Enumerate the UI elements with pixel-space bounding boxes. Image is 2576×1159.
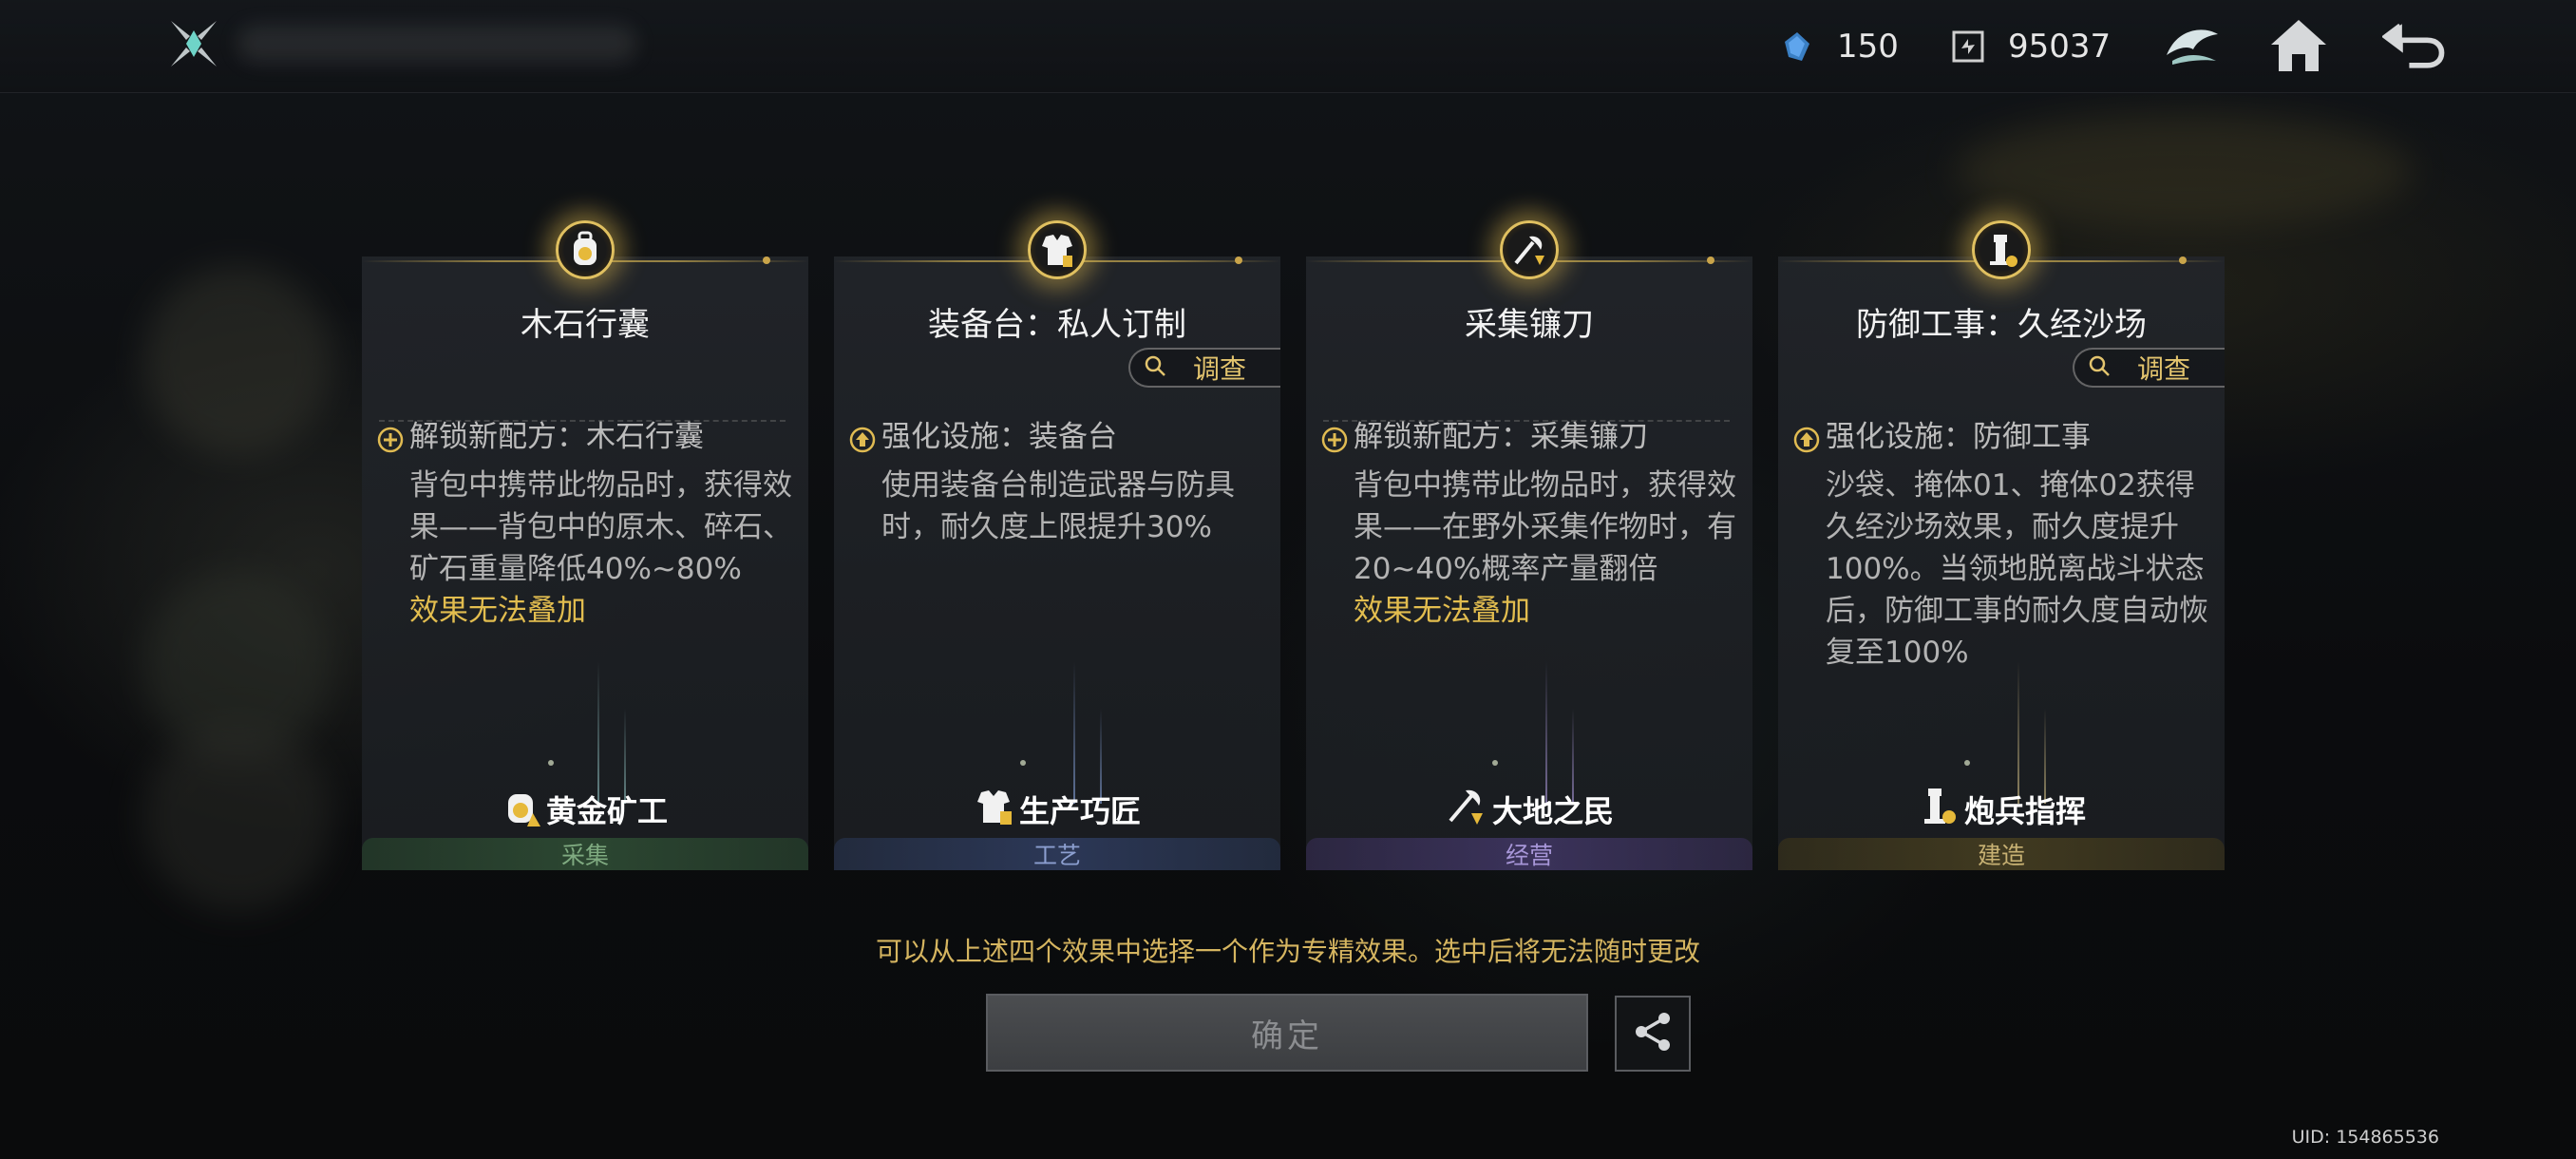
specialty-card-1[interactable]: 木石行囊 解锁新配方：木石行囊 背包中携带此物品时，获得效果——背包中的原木、碎… — [362, 220, 808, 870]
back-arrow-icon[interactable] — [2382, 13, 2451, 78]
armor-icon — [1028, 220, 1087, 279]
home-icon[interactable] — [2264, 13, 2333, 78]
role-name: 大地之民 — [1491, 793, 1614, 829]
sickle-icon — [1500, 220, 1559, 279]
blurred-title — [237, 25, 636, 63]
role-badge: 大地之民 — [1306, 788, 1752, 830]
share-button[interactable] — [1615, 996, 1691, 1072]
card-top-dot — [2179, 256, 2187, 264]
light-beam — [1073, 661, 1075, 804]
effect-head: 强化设施：装备台 — [881, 420, 1117, 454]
effect-warning: 效果无法叠加 — [1354, 594, 1530, 628]
inspect-button[interactable]: 调查 — [2073, 348, 2225, 388]
card-top-dot — [1707, 256, 1714, 264]
watchtower-icon — [1972, 220, 2031, 279]
upgrade-circle-icon — [1793, 416, 1826, 465]
inspect-label: 调查 — [1193, 353, 1247, 385]
card-title: 采集镰刀 — [1465, 306, 1594, 344]
effect-block: 强化设施：防御工事 沙袋、掩体01、掩体02获得久经沙场效果，耐久度提升100%… — [1793, 416, 2211, 674]
selection-hint: 可以从上述四个效果中选择一个作为专精效果。选中后将无法随时更改 — [875, 936, 1700, 967]
card-title: 木石行囊 — [521, 306, 650, 344]
light-beam — [1545, 661, 1547, 804]
blurred-bg-shape — [142, 722, 332, 912]
specialty-card-4[interactable]: 防御工事：久经沙场 调查 强化设施：防御工事 沙袋、掩体01、掩体02获得久经沙… — [1778, 220, 2225, 870]
sparkle — [1020, 760, 1026, 766]
effect-block: 解锁新配方：采集镰刀 背包中携带此物品时，获得效果——在野外采集作物时，有20~… — [1321, 416, 1739, 632]
inspect-label: 调查 — [2137, 353, 2191, 385]
category-label: 建造 — [1778, 838, 2225, 870]
effect-block: 解锁新配方：木石行囊 背包中携带此物品时，获得效果——背包中的原木、碎石、矿石重… — [377, 416, 795, 632]
card-top-dot — [1235, 256, 1242, 264]
effect-head: 解锁新配方：采集镰刀 — [1354, 420, 1648, 454]
card-title: 装备台：私人订制 — [928, 306, 1186, 344]
search-icon — [2088, 352, 2111, 384]
category-label: 采集 — [362, 838, 808, 870]
role-badge: 黄金矿工 — [362, 788, 808, 830]
plus-circle-icon — [377, 416, 409, 465]
sparkle — [1492, 760, 1498, 766]
role-badge: 炮兵指挥 — [1778, 788, 2225, 830]
blurred-bg-shape — [142, 266, 332, 456]
effect-description: 背包中携带此物品时，获得效果——在野外采集作物时，有20~40%概率产量翻倍 — [1354, 468, 1736, 586]
sparkle — [1964, 760, 1970, 766]
upgrade-circle-icon — [849, 416, 881, 465]
effect-description: 背包中携带此物品时，获得效果——背包中的原木、碎石、矿石重量降低40%~80% — [409, 468, 792, 586]
category-label: 经营 — [1306, 838, 1752, 870]
effect-head: 解锁新配方：木石行囊 — [409, 420, 704, 454]
role-badge: 生产巧匠 — [834, 788, 1280, 830]
role-name: 炮兵指挥 — [1963, 793, 2086, 829]
faction-emblem-icon[interactable] — [2158, 13, 2226, 78]
user-id: UID: 154865536 — [2291, 1127, 2439, 1148]
light-beam — [2017, 661, 2019, 804]
effect-block: 强化设施：装备台 使用装备台制造武器与防具时，耐久度上限提升30% — [849, 416, 1267, 548]
effect-warning: 效果无法叠加 — [409, 594, 586, 628]
top-bar: 150 95037 — [0, 0, 2576, 93]
light-beam — [597, 661, 599, 804]
game-logo-icon[interactable] — [167, 17, 220, 70]
blurred-bg-shape — [1957, 114, 2413, 228]
effect-description: 沙袋、掩体01、掩体02获得久经沙场效果，耐久度提升100%。当领地脱离战斗状态… — [1826, 468, 2208, 670]
crystal-icon — [1778, 28, 1816, 66]
artillery-icon — [1917, 785, 1959, 834]
confirm-button[interactable]: 确定 — [986, 994, 1588, 1072]
backpack-icon — [556, 220, 615, 279]
miner-icon — [502, 785, 540, 834]
exchange-coin-icon — [1949, 28, 1987, 66]
crystal-resource: 150 — [1778, 25, 1899, 68]
search-icon — [1144, 352, 1166, 384]
craftsman-icon — [974, 785, 1013, 834]
crystal-value: 150 — [1837, 28, 1899, 66]
farmer-icon — [1445, 785, 1487, 834]
role-name: 黄金矿工 — [545, 793, 668, 829]
role-name: 生产巧匠 — [1018, 793, 1141, 829]
card-title: 防御工事：久经沙场 — [1856, 306, 2147, 344]
specialty-card-2[interactable]: 装备台：私人订制 调查 强化设施：装备台 使用装备台制造武器与防具时，耐久度上限… — [834, 220, 1280, 870]
coin-value: 95037 — [2008, 28, 2112, 66]
card-top-dot — [763, 256, 770, 264]
plus-circle-icon — [1321, 416, 1354, 465]
coin-resource: 95037 — [1949, 25, 2111, 68]
sparkle — [548, 760, 554, 766]
effect-description: 使用装备台制造武器与防具时，耐久度上限提升30% — [881, 468, 1235, 544]
effect-head: 强化设施：防御工事 — [1826, 420, 2091, 454]
inspect-button[interactable]: 调查 — [1128, 348, 1280, 388]
share-icon — [1630, 1009, 1676, 1058]
category-label: 工艺 — [834, 838, 1280, 870]
specialty-card-3[interactable]: 采集镰刀 解锁新配方：采集镰刀 背包中携带此物品时，获得效果——在野外采集作物时… — [1306, 220, 1752, 870]
